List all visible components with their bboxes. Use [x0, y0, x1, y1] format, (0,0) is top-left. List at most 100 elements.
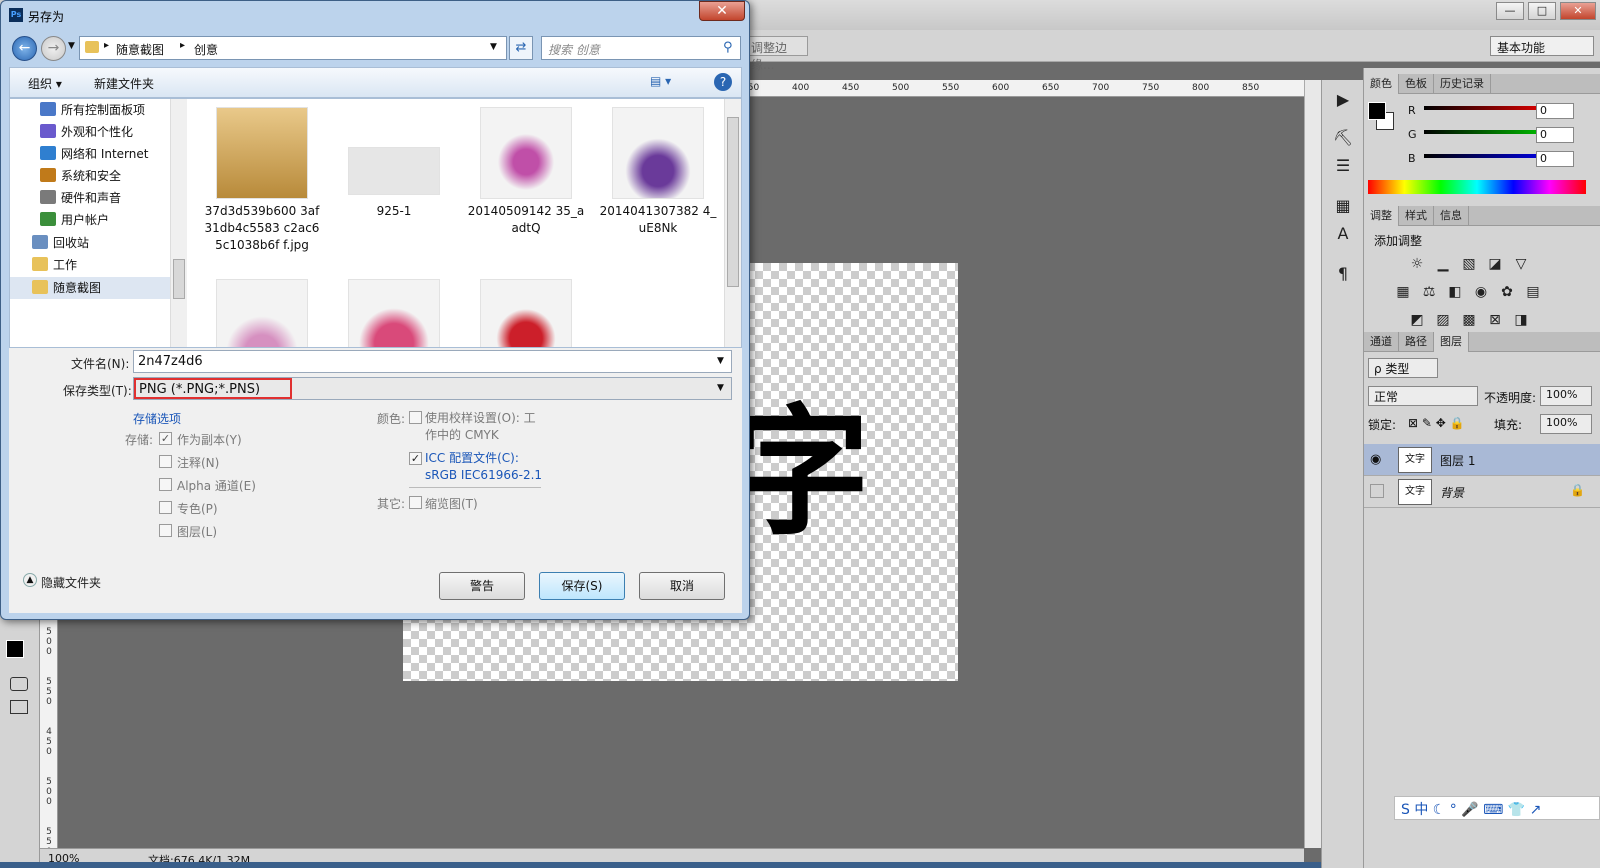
- scroll-thumb[interactable]: [173, 259, 185, 299]
- ime-toolbar[interactable]: S 中 ☾ ° 🎤 ⌨ 👕 ↗: [1394, 796, 1600, 820]
- balance-icon[interactable]: ⚖: [1420, 284, 1438, 300]
- levels-icon[interactable]: ▁: [1434, 256, 1452, 272]
- tab-info[interactable]: 信息: [1434, 206, 1469, 226]
- spot-color-checkbox[interactable]: [159, 501, 172, 514]
- thumbnail-checkbox[interactable]: [409, 496, 422, 509]
- breadcrumb-item[interactable]: 创意: [194, 41, 218, 58]
- hide-folders-button[interactable]: 隐藏文件夹: [41, 574, 101, 591]
- icc-checkbox[interactable]: ✓: [409, 452, 422, 465]
- tab-channels[interactable]: 通道: [1364, 332, 1399, 352]
- bw-icon[interactable]: ◧: [1446, 284, 1464, 300]
- play-icon[interactable]: ▶: [1332, 90, 1354, 110]
- hue-icon[interactable]: ▦: [1394, 284, 1412, 300]
- exposure-icon[interactable]: ◪: [1486, 256, 1504, 272]
- minimize-button[interactable]: —: [1496, 2, 1524, 20]
- fill-input[interactable]: 100%: [1540, 414, 1592, 434]
- proof-checkbox[interactable]: [409, 411, 422, 424]
- canvas-scrollbar[interactable]: [1304, 80, 1321, 848]
- character-icon[interactable]: A: [1332, 224, 1354, 244]
- tree-item[interactable]: 外观和个性化: [40, 121, 133, 143]
- brightness-icon[interactable]: ☼: [1408, 256, 1426, 272]
- history-dropdown-icon[interactable]: ▼: [68, 41, 75, 51]
- notes-checkbox[interactable]: [159, 455, 172, 468]
- tree-item[interactable]: 回收站: [32, 232, 89, 254]
- tab-styles[interactable]: 样式: [1399, 206, 1434, 226]
- file-thumbnail[interactable]: [480, 279, 572, 347]
- lock-icons[interactable]: ⊠ ✎ ✥ 🔒: [1408, 416, 1465, 430]
- tree-scrollbar[interactable]: [170, 99, 187, 347]
- tree-item[interactable]: 工作: [32, 254, 77, 276]
- file-thumbnail[interactable]: [216, 279, 308, 347]
- layer-name[interactable]: 图层 1: [1440, 452, 1475, 469]
- file-thumbnail[interactable]: [480, 107, 572, 199]
- filename-input[interactable]: 2n47z4d6: [133, 350, 732, 373]
- tab-paths[interactable]: 路径: [1399, 332, 1434, 352]
- file-thumbnail[interactable]: [612, 107, 704, 199]
- invert-icon[interactable]: ◩: [1408, 312, 1426, 328]
- spectrum-bar[interactable]: [1368, 180, 1586, 194]
- cancel-button[interactable]: 取消: [639, 572, 725, 600]
- tab-adjustments[interactable]: 调整: [1364, 206, 1399, 226]
- tab-color[interactable]: 颜色: [1364, 74, 1399, 94]
- layer-row[interactable]: 文字 背景 🔒: [1364, 476, 1600, 508]
- threshold-icon[interactable]: ▩: [1460, 312, 1478, 328]
- maximize-button[interactable]: □: [1528, 2, 1556, 20]
- address-dropdown-icon[interactable]: ▼: [490, 42, 497, 52]
- search-icon[interactable]: ⚲: [723, 40, 733, 55]
- save-options-link[interactable]: 存储选项: [133, 410, 181, 427]
- file-thumbnail[interactable]: [216, 107, 308, 199]
- alpha-checkbox[interactable]: [159, 478, 172, 491]
- warning-button[interactable]: 警告: [439, 572, 525, 600]
- photo-filter-icon[interactable]: ◉: [1472, 284, 1490, 300]
- file-name[interactable]: 20140509142 35_aadtQ: [466, 203, 586, 237]
- close-button[interactable]: ✕: [1560, 2, 1596, 20]
- file-thumbnail[interactable]: [348, 279, 440, 347]
- workspace-select[interactable]: 基本功能: [1490, 36, 1594, 56]
- file-name[interactable]: 925-1: [334, 203, 454, 220]
- tab-history[interactable]: 历史记录: [1434, 74, 1491, 94]
- filename-dropdown-icon[interactable]: ▼: [717, 356, 724, 366]
- tree-item[interactable]: 系统和安全: [40, 165, 121, 187]
- grid-scrollbar[interactable]: [724, 99, 741, 347]
- b-slider[interactable]: [1424, 154, 1536, 158]
- screen-mode-icon[interactable]: [10, 700, 28, 714]
- b-value[interactable]: 0: [1536, 151, 1574, 167]
- clone-icon[interactable]: ▦: [1332, 196, 1354, 216]
- layers-checkbox[interactable]: [159, 524, 172, 537]
- layer-name[interactable]: 背景: [1440, 484, 1464, 501]
- quick-mask-icon[interactable]: [10, 677, 28, 691]
- refine-edge-button[interactable]: 调整边缘...: [746, 36, 808, 72]
- opacity-input[interactable]: 100%: [1540, 386, 1592, 406]
- blend-mode-select[interactable]: 正常: [1368, 386, 1478, 406]
- breadcrumb-item[interactable]: 随意截图: [116, 41, 164, 58]
- selective-icon[interactable]: ⊠: [1486, 312, 1504, 328]
- organize-button[interactable]: 组织 ▾: [28, 75, 62, 92]
- fg-swatch[interactable]: [1368, 102, 1386, 120]
- eye-icon[interactable]: ◉: [1370, 452, 1381, 467]
- g-value[interactable]: 0: [1536, 127, 1574, 143]
- help-icon[interactable]: ?: [714, 73, 732, 91]
- curves-icon[interactable]: ▧: [1460, 256, 1478, 272]
- sliders-icon[interactable]: ☰: [1332, 156, 1354, 176]
- tree-item[interactable]: 所有控制面板项: [40, 99, 145, 121]
- save-button[interactable]: 保存(S): [539, 572, 625, 600]
- vibrance-icon[interactable]: ▽: [1512, 256, 1530, 272]
- foreground-color-swatch[interactable]: [6, 640, 24, 658]
- search-input[interactable]: 搜索 创意: [541, 36, 741, 60]
- g-slider[interactable]: [1424, 130, 1536, 134]
- layer-row[interactable]: ◉ 文字 图层 1: [1364, 444, 1600, 476]
- paragraph-icon[interactable]: ¶: [1332, 264, 1354, 284]
- back-button[interactable]: ←: [12, 36, 37, 61]
- file-thumbnail[interactable]: [348, 147, 440, 195]
- mixer-icon[interactable]: ✿: [1498, 284, 1516, 300]
- tree-item[interactable]: 网络和 Internet: [40, 143, 148, 165]
- brush-icon[interactable]: ⛏: [1332, 128, 1354, 148]
- new-folder-button[interactable]: 新建文件夹: [94, 75, 154, 92]
- forward-button[interactable]: →: [41, 36, 66, 61]
- dialog-close-button[interactable]: ✕: [699, 1, 745, 21]
- as-copy-checkbox[interactable]: ✓: [159, 432, 172, 445]
- gradient-map-icon[interactable]: ◨: [1512, 312, 1530, 328]
- save-type-select[interactable]: PNG (*.PNG;*.PNS) ▼: [133, 377, 732, 400]
- r-slider[interactable]: [1424, 106, 1536, 110]
- scroll-thumb[interactable]: [727, 117, 739, 287]
